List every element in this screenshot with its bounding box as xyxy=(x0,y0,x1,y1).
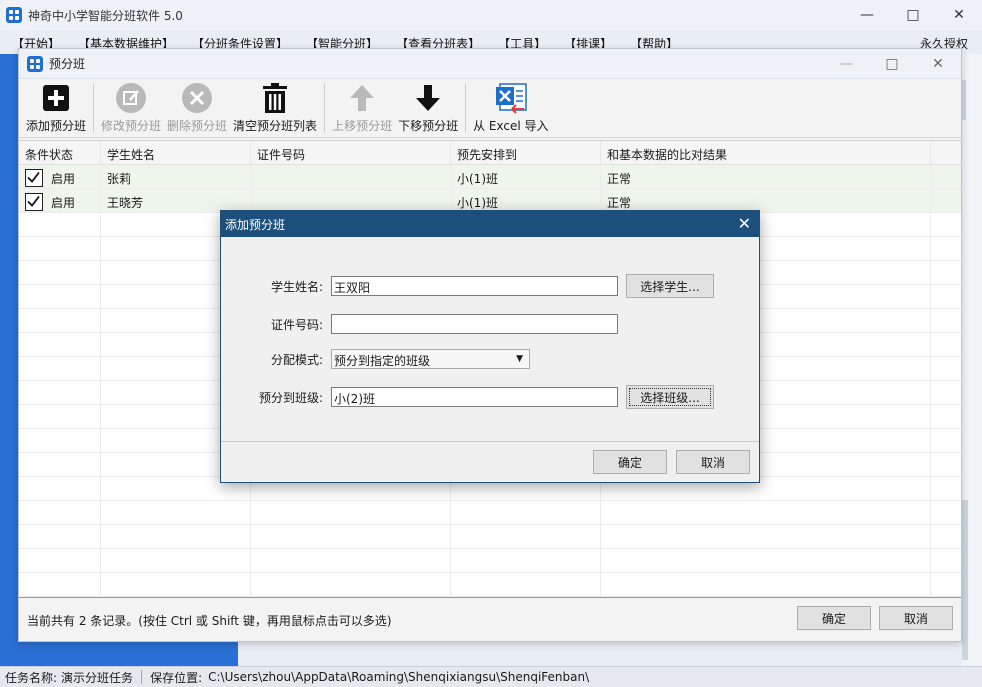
toolbar-divider xyxy=(324,83,325,133)
trash-icon xyxy=(261,81,289,115)
enabled-checkbox[interactable] xyxy=(25,193,43,211)
window-cancel-button[interactable]: 取消 xyxy=(879,606,953,630)
background-edge xyxy=(962,500,968,660)
window-titlebar: 预分班 — □ ✕ xyxy=(19,49,961,79)
add-preassign-button[interactable]: 添加预分班 xyxy=(23,79,89,137)
move-down-button[interactable]: 下移预分班 xyxy=(395,79,461,137)
result-cell: 正常 xyxy=(601,189,931,212)
class-cell: 小(1)班 xyxy=(451,165,601,188)
statusbar: 任务名称: 演示分班任务 保存位置: C:\Users\zhou\AppData… xyxy=(0,666,982,687)
excel-icon xyxy=(494,81,528,115)
window-minimize-icon[interactable]: — xyxy=(823,49,869,79)
status-text: 启用 xyxy=(51,172,75,186)
import-excel-button[interactable]: 从 Excel 导入 xyxy=(470,79,551,137)
status-cell: 启用 xyxy=(19,189,101,212)
arrow-down-icon xyxy=(414,81,442,115)
move-up-label: 上移预分班 xyxy=(332,117,392,134)
dialog-footer: 确定 取消 xyxy=(221,442,759,482)
id-number-input[interactable] xyxy=(331,314,618,334)
choose-student-button[interactable]: 选择学生... xyxy=(626,274,714,298)
window-ok-button[interactable]: 确定 xyxy=(797,606,871,630)
delete-preassign-button[interactable]: 删除预分班 xyxy=(164,79,230,137)
enabled-checkbox[interactable] xyxy=(25,169,43,187)
empty-row xyxy=(19,573,961,597)
move-up-button[interactable]: 上移预分班 xyxy=(329,79,395,137)
table-row[interactable]: 启用 张莉 小(1)班 正常 xyxy=(19,165,961,189)
col-header-status[interactable]: 条件状态 xyxy=(19,141,101,164)
dropdown-arrow-icon: ▼ xyxy=(516,354,523,364)
name-cell: 张莉 xyxy=(101,165,251,188)
add-preassign-dialog: 添加预分班 ✕ 学生姓名: 王双阳 选择学生... 证件号码: 分配模式: 预分… xyxy=(220,210,760,483)
edit-preassign-button[interactable]: 修改预分班 xyxy=(98,79,164,137)
dialog-ok-button[interactable]: 确定 xyxy=(593,450,667,474)
record-count-text: 当前共有 2 条记录。(按住 Ctrl 或 Shift 键，再用鼠标点击可以多选… xyxy=(27,612,392,629)
student-name-input[interactable]: 王双阳 xyxy=(331,276,618,296)
class-label: 预分到班级: xyxy=(221,389,331,406)
id-cell xyxy=(251,189,451,212)
plus-icon xyxy=(42,81,70,115)
clear-list-label: 清空预分班列表 xyxy=(233,117,317,134)
dialog-close-icon[interactable]: ✕ xyxy=(738,214,751,233)
edit-icon xyxy=(115,81,147,115)
status-cell: 启用 xyxy=(19,165,101,188)
toolbar-divider xyxy=(465,83,466,133)
table-header: 条件状态 学生姓名 证件号码 预先安排到 和基本数据的比对结果 xyxy=(19,141,961,165)
task-value: 演示分班任务 xyxy=(61,669,133,686)
class-row: 预分到班级: 小(2)班 选择班级... xyxy=(221,385,714,409)
name-cell: 王晓芳 xyxy=(101,189,251,212)
target-class-input[interactable]: 小(2)班 xyxy=(331,387,618,407)
status-divider xyxy=(141,670,142,684)
arrow-up-icon xyxy=(348,81,376,115)
dialog-titlebar: 添加预分班 ✕ xyxy=(221,211,759,237)
dialog-body: 学生姓名: 王双阳 选择学生... 证件号码: 分配模式: 预分到指定的班级 ▼… xyxy=(221,237,759,442)
empty-row xyxy=(19,549,961,573)
window-title: 预分班 xyxy=(49,55,85,72)
assign-mode-value: 预分到指定的班级 xyxy=(334,354,430,368)
choose-class-button[interactable]: 选择班级... xyxy=(626,385,714,409)
toolbar-divider xyxy=(93,83,94,133)
col-header-name[interactable]: 学生姓名 xyxy=(101,141,251,164)
col-header-id[interactable]: 证件号码 xyxy=(251,141,451,164)
id-cell xyxy=(251,165,451,188)
app-title: 神奇中小学智能分班软件 5.0 xyxy=(28,7,183,24)
delete-preassign-label: 删除预分班 xyxy=(167,117,227,134)
mode-row: 分配模式: 预分到指定的班级 ▼ xyxy=(221,349,530,369)
window-close-icon[interactable]: ✕ xyxy=(915,49,961,79)
delete-icon xyxy=(181,81,213,115)
window-footer: 当前共有 2 条记录。(按住 Ctrl 或 Shift 键，再用鼠标点击可以多选… xyxy=(19,599,961,641)
empty-row xyxy=(19,525,961,549)
minimize-icon[interactable]: — xyxy=(844,0,890,30)
id-label: 证件号码: xyxy=(221,316,331,333)
toolbar: 添加预分班 修改预分班 删除预分班 清空预分班列表 上移预分班 xyxy=(19,79,961,138)
window-logo-icon xyxy=(27,56,43,72)
app-titlebar: 神奇中小学智能分班软件 5.0 — □ ✕ xyxy=(0,0,982,30)
background-edge xyxy=(962,80,966,120)
col-header-result[interactable]: 和基本数据的比对结果 xyxy=(601,141,931,164)
move-down-label: 下移预分班 xyxy=(398,117,458,134)
empty-row xyxy=(19,501,961,525)
status-text: 启用 xyxy=(51,196,75,210)
app-logo-icon xyxy=(6,7,22,23)
class-cell: 小(1)班 xyxy=(451,189,601,212)
maximize-icon[interactable]: □ xyxy=(890,0,936,30)
result-cell: 正常 xyxy=(601,165,931,188)
mode-label: 分配模式: xyxy=(221,351,331,368)
col-header-class[interactable]: 预先安排到 xyxy=(451,141,601,164)
save-path: C:\Users\zhou\AppData\Roaming\Shenqixian… xyxy=(208,670,589,684)
edit-preassign-label: 修改预分班 xyxy=(101,117,161,134)
name-row: 学生姓名: 王双阳 选择学生... xyxy=(221,274,714,298)
dialog-title: 添加预分班 xyxy=(225,216,285,233)
task-label: 任务名称: xyxy=(5,669,57,686)
name-label: 学生姓名: xyxy=(221,278,331,295)
save-label: 保存位置: xyxy=(150,669,202,686)
close-icon[interactable]: ✕ xyxy=(936,0,982,30)
id-row: 证件号码: xyxy=(221,314,618,334)
dialog-cancel-button[interactable]: 取消 xyxy=(676,450,750,474)
assign-mode-select[interactable]: 预分到指定的班级 ▼ xyxy=(331,349,530,369)
window-maximize-icon[interactable]: □ xyxy=(869,49,915,79)
import-excel-label: 从 Excel 导入 xyxy=(473,117,548,134)
add-preassign-label: 添加预分班 xyxy=(26,117,86,134)
clear-list-button[interactable]: 清空预分班列表 xyxy=(230,79,320,137)
